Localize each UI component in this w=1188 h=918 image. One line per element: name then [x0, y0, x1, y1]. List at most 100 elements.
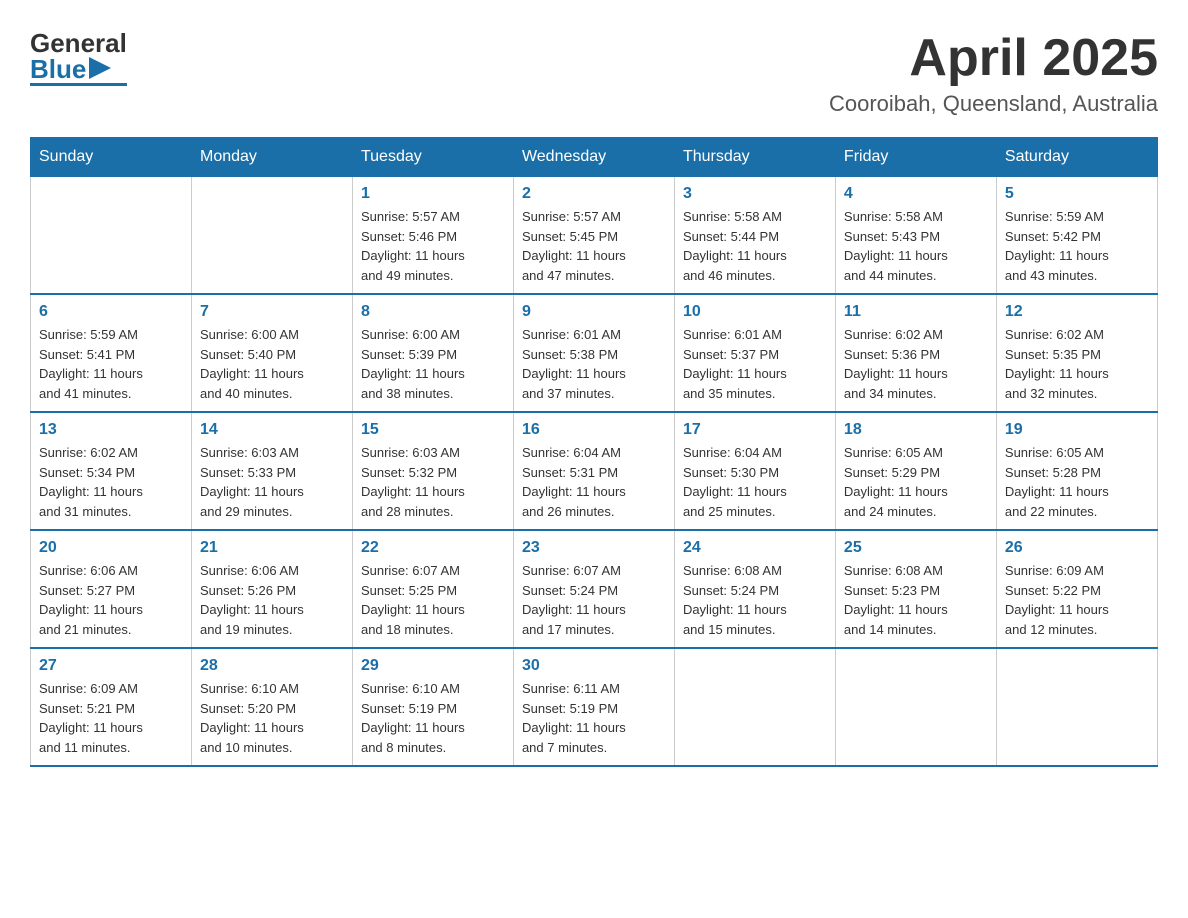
day-info: Sunrise: 6:00 AM Sunset: 5:39 PM Dayligh… — [361, 325, 505, 403]
calendar-cell: 23 Sunrise: 6:07 AM Sunset: 5:24 PM Dayli… — [513, 530, 674, 648]
calendar-cell — [191, 177, 352, 295]
day-info: Sunrise: 6:00 AM Sunset: 5:40 PM Dayligh… — [200, 325, 344, 403]
calendar-cell: 7 Sunrise: 6:00 AM Sunset: 5:40 PM Daylig… — [191, 294, 352, 412]
weekday-header-wednesday: Wednesday — [513, 138, 674, 177]
day-number: 1 — [361, 185, 505, 203]
day-info: Sunrise: 6:02 AM Sunset: 5:35 PM Dayligh… — [1005, 325, 1149, 403]
calendar-header-row: SundayMondayTuesdayWednesdayThursdayFrid… — [31, 138, 1158, 177]
day-info: Sunrise: 6:06 AM Sunset: 5:26 PM Dayligh… — [200, 561, 344, 639]
calendar-cell: 3 Sunrise: 5:58 AM Sunset: 5:44 PM Daylig… — [674, 177, 835, 295]
calendar-cell: 25Sunrise: 6:08 AM Sunset: 5:23 PM Dayli… — [835, 530, 996, 648]
day-info: Sunrise: 6:03 AM Sunset: 5:32 PM Dayligh… — [361, 443, 505, 521]
day-info: Sunrise: 6:09 AM Sunset: 5:21 PM Dayligh… — [39, 679, 183, 757]
day-number: 6 — [39, 303, 183, 321]
day-info: Sunrise: 6:09 AM Sunset: 5:22 PM Dayligh… — [1005, 561, 1149, 639]
calendar-cell: 11Sunrise: 6:02 AM Sunset: 5:36 PM Dayli… — [835, 294, 996, 412]
weekday-header-monday: Monday — [191, 138, 352, 177]
calendar-cell: 19Sunrise: 6:05 AM Sunset: 5:28 PM Dayli… — [996, 412, 1157, 530]
day-info: Sunrise: 6:01 AM Sunset: 5:37 PM Dayligh… — [683, 325, 827, 403]
calendar-cell: 27 Sunrise: 6:09 AM Sunset: 5:21 PM Dayli… — [31, 648, 192, 766]
day-number: 3 — [683, 185, 827, 203]
day-number: 19 — [1005, 421, 1149, 439]
calendar-week-row: 6 Sunrise: 5:59 AM Sunset: 5:41 PM Daylig… — [31, 294, 1158, 412]
day-number: 18 — [844, 421, 988, 439]
title-section: April 2025 Cooroibah, Queensland, Austra… — [829, 30, 1158, 117]
day-number: 26 — [1005, 539, 1149, 557]
day-info: Sunrise: 6:07 AM Sunset: 5:25 PM Dayligh… — [361, 561, 505, 639]
calendar-cell — [996, 648, 1157, 766]
calendar-cell: 30 Sunrise: 6:11 AM Sunset: 5:19 PM Dayli… — [513, 648, 674, 766]
day-number: 23 — [522, 539, 666, 557]
logo-general: General — [30, 30, 127, 56]
day-number: 15 — [361, 421, 505, 439]
day-number: 7 — [200, 303, 344, 321]
day-number: 25 — [844, 539, 988, 557]
calendar-cell: 14Sunrise: 6:03 AM Sunset: 5:33 PM Dayli… — [191, 412, 352, 530]
day-info: Sunrise: 6:01 AM Sunset: 5:38 PM Dayligh… — [522, 325, 666, 403]
day-info: Sunrise: 5:57 AM Sunset: 5:45 PM Dayligh… — [522, 207, 666, 285]
calendar-cell: 15 Sunrise: 6:03 AM Sunset: 5:32 PM Dayli… — [352, 412, 513, 530]
calendar-cell: 21 Sunrise: 6:06 AM Sunset: 5:26 PM Dayli… — [191, 530, 352, 648]
day-number: 27 — [39, 657, 183, 675]
day-number: 2 — [522, 185, 666, 203]
weekday-header-friday: Friday — [835, 138, 996, 177]
calendar-cell: 18Sunrise: 6:05 AM Sunset: 5:29 PM Dayli… — [835, 412, 996, 530]
calendar-cell — [835, 648, 996, 766]
weekday-header-sunday: Sunday — [31, 138, 192, 177]
day-number: 21 — [200, 539, 344, 557]
day-number: 5 — [1005, 185, 1149, 203]
day-info: Sunrise: 6:03 AM Sunset: 5:33 PM Dayligh… — [200, 443, 344, 521]
location-title: Cooroibah, Queensland, Australia — [829, 91, 1158, 117]
day-info: Sunrise: 5:59 AM Sunset: 5:41 PM Dayligh… — [39, 325, 183, 403]
day-number: 10 — [683, 303, 827, 321]
day-number: 20 — [39, 539, 183, 557]
day-info: Sunrise: 6:10 AM Sunset: 5:20 PM Dayligh… — [200, 679, 344, 757]
calendar-cell — [31, 177, 192, 295]
calendar-cell: 6 Sunrise: 5:59 AM Sunset: 5:41 PM Daylig… — [31, 294, 192, 412]
day-info: Sunrise: 5:57 AM Sunset: 5:46 PM Dayligh… — [361, 207, 505, 285]
calendar-week-row: 13Sunrise: 6:02 AM Sunset: 5:34 PM Dayli… — [31, 412, 1158, 530]
calendar-cell — [674, 648, 835, 766]
calendar-cell: 1 Sunrise: 5:57 AM Sunset: 5:46 PM Daylig… — [352, 177, 513, 295]
weekday-header-thursday: Thursday — [674, 138, 835, 177]
calendar-cell: 2 Sunrise: 5:57 AM Sunset: 5:45 PM Daylig… — [513, 177, 674, 295]
calendar-cell: 20 Sunrise: 6:06 AM Sunset: 5:27 PM Dayli… — [31, 530, 192, 648]
logo-arrow-icon — [89, 57, 111, 79]
day-info: Sunrise: 5:58 AM Sunset: 5:44 PM Dayligh… — [683, 207, 827, 285]
day-number: 8 — [361, 303, 505, 321]
weekday-header-saturday: Saturday — [996, 138, 1157, 177]
day-info: Sunrise: 5:59 AM Sunset: 5:42 PM Dayligh… — [1005, 207, 1149, 285]
day-number: 12 — [1005, 303, 1149, 321]
day-number: 17 — [683, 421, 827, 439]
logo: General Blue — [30, 30, 127, 86]
day-number: 16 — [522, 421, 666, 439]
day-info: Sunrise: 5:58 AM Sunset: 5:43 PM Dayligh… — [844, 207, 988, 285]
weekday-header-tuesday: Tuesday — [352, 138, 513, 177]
day-info: Sunrise: 6:07 AM Sunset: 5:24 PM Dayligh… — [522, 561, 666, 639]
day-number: 29 — [361, 657, 505, 675]
calendar-week-row: 27 Sunrise: 6:09 AM Sunset: 5:21 PM Dayli… — [31, 648, 1158, 766]
day-info: Sunrise: 6:08 AM Sunset: 5:24 PM Dayligh… — [683, 561, 827, 639]
day-number: 28 — [200, 657, 344, 675]
page-header: General Blue April 2025 Cooroibah, Queen… — [30, 30, 1158, 117]
calendar-week-row: 20 Sunrise: 6:06 AM Sunset: 5:27 PM Dayli… — [31, 530, 1158, 648]
day-info: Sunrise: 6:10 AM Sunset: 5:19 PM Dayligh… — [361, 679, 505, 757]
calendar-cell: 8 Sunrise: 6:00 AM Sunset: 5:39 PM Daylig… — [352, 294, 513, 412]
calendar-cell: 9Sunrise: 6:01 AM Sunset: 5:38 PM Daylig… — [513, 294, 674, 412]
day-number: 30 — [522, 657, 666, 675]
calendar-cell: 29 Sunrise: 6:10 AM Sunset: 5:19 PM Dayli… — [352, 648, 513, 766]
calendar-cell: 24Sunrise: 6:08 AM Sunset: 5:24 PM Dayli… — [674, 530, 835, 648]
calendar-cell: 22Sunrise: 6:07 AM Sunset: 5:25 PM Dayli… — [352, 530, 513, 648]
day-info: Sunrise: 6:02 AM Sunset: 5:36 PM Dayligh… — [844, 325, 988, 403]
calendar-cell: 4Sunrise: 5:58 AM Sunset: 5:43 PM Daylig… — [835, 177, 996, 295]
day-info: Sunrise: 6:04 AM Sunset: 5:30 PM Dayligh… — [683, 443, 827, 521]
calendar-table: SundayMondayTuesdayWednesdayThursdayFrid… — [30, 137, 1158, 767]
calendar-cell: 13Sunrise: 6:02 AM Sunset: 5:34 PM Dayli… — [31, 412, 192, 530]
logo-underline — [30, 83, 127, 86]
calendar-week-row: 1 Sunrise: 5:57 AM Sunset: 5:46 PM Daylig… — [31, 177, 1158, 295]
day-number: 13 — [39, 421, 183, 439]
day-info: Sunrise: 6:11 AM Sunset: 5:19 PM Dayligh… — [522, 679, 666, 757]
day-info: Sunrise: 6:06 AM Sunset: 5:27 PM Dayligh… — [39, 561, 183, 639]
logo-blue: Blue — [30, 56, 86, 82]
calendar-cell: 10 Sunrise: 6:01 AM Sunset: 5:37 PM Dayli… — [674, 294, 835, 412]
